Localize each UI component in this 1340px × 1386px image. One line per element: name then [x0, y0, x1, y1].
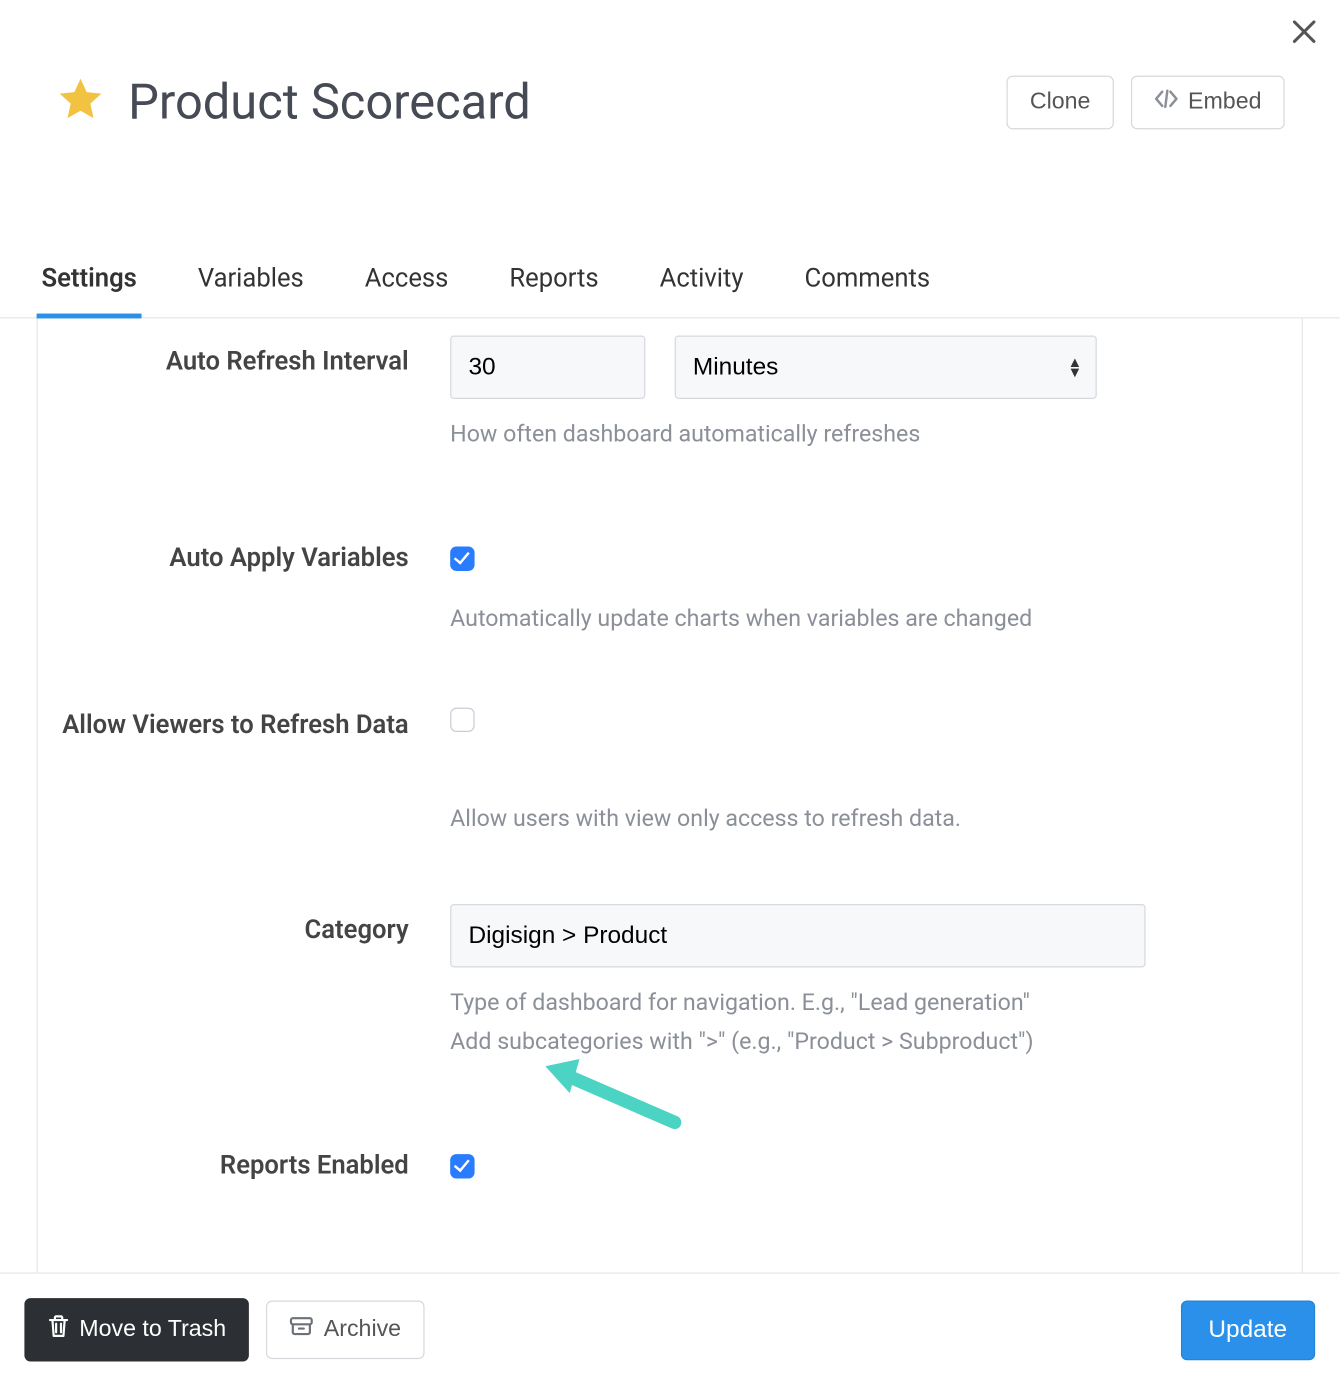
tab-activity[interactable]: Activity [655, 265, 749, 317]
trash-icon [48, 1314, 70, 1346]
code-icon [1154, 88, 1178, 115]
category-label: Category [38, 904, 450, 945]
tabs: Settings Variables Access Reports Activi… [0, 265, 1340, 319]
embed-button[interactable]: Embed [1131, 75, 1285, 129]
tab-variables[interactable]: Variables [193, 265, 309, 317]
close-icon[interactable] [1291, 17, 1318, 51]
page-title: Product Scorecard [128, 73, 1007, 130]
category-help1: Type of dashboard for navigation. E.g., … [450, 985, 1228, 1021]
archive-icon [290, 1316, 314, 1343]
auto-apply-checkbox[interactable] [450, 547, 474, 571]
category-input[interactable] [450, 904, 1145, 967]
category-help2: Add subcategories with ">" (e.g., "Produ… [450, 1023, 1228, 1059]
allow-refresh-checkbox[interactable] [450, 707, 474, 731]
allow-refresh-label: Allow Viewers to Refresh Data [38, 705, 450, 749]
reports-enabled-checkbox[interactable] [450, 1154, 474, 1178]
update-button[interactable]: Update [1180, 1300, 1315, 1360]
auto-refresh-help: How often dashboard automatically refres… [450, 416, 1228, 452]
auto-apply-help: Automatically update charts when variabl… [450, 601, 1228, 637]
tab-settings[interactable]: Settings [37, 265, 142, 319]
auto-refresh-unit-select[interactable]: Minutes [675, 336, 1097, 399]
archive-button[interactable]: Archive [266, 1301, 424, 1360]
clone-button[interactable]: Clone [1007, 75, 1114, 129]
tab-comments[interactable]: Comments [800, 265, 935, 317]
auto-refresh-value-input[interactable] [450, 336, 645, 399]
star-icon[interactable] [55, 74, 106, 130]
tab-access[interactable]: Access [360, 265, 453, 317]
auto-refresh-label: Auto Refresh Interval [38, 336, 450, 377]
move-to-trash-button[interactable]: Move to Trash [24, 1298, 249, 1361]
tab-reports[interactable]: Reports [504, 265, 603, 317]
allow-refresh-help: Allow users with view only access to ref… [450, 800, 1228, 836]
footer: Move to Trash Archive Update [0, 1272, 1340, 1385]
header: Product Scorecard Clone Embed [0, 0, 1340, 131]
reports-enabled-label: Reports Enabled [38, 1152, 450, 1181]
auto-apply-label: Auto Apply Variables [38, 545, 450, 574]
settings-panel: Auto Refresh Interval Minutes ▲▼ How oft… [37, 318, 1303, 1353]
